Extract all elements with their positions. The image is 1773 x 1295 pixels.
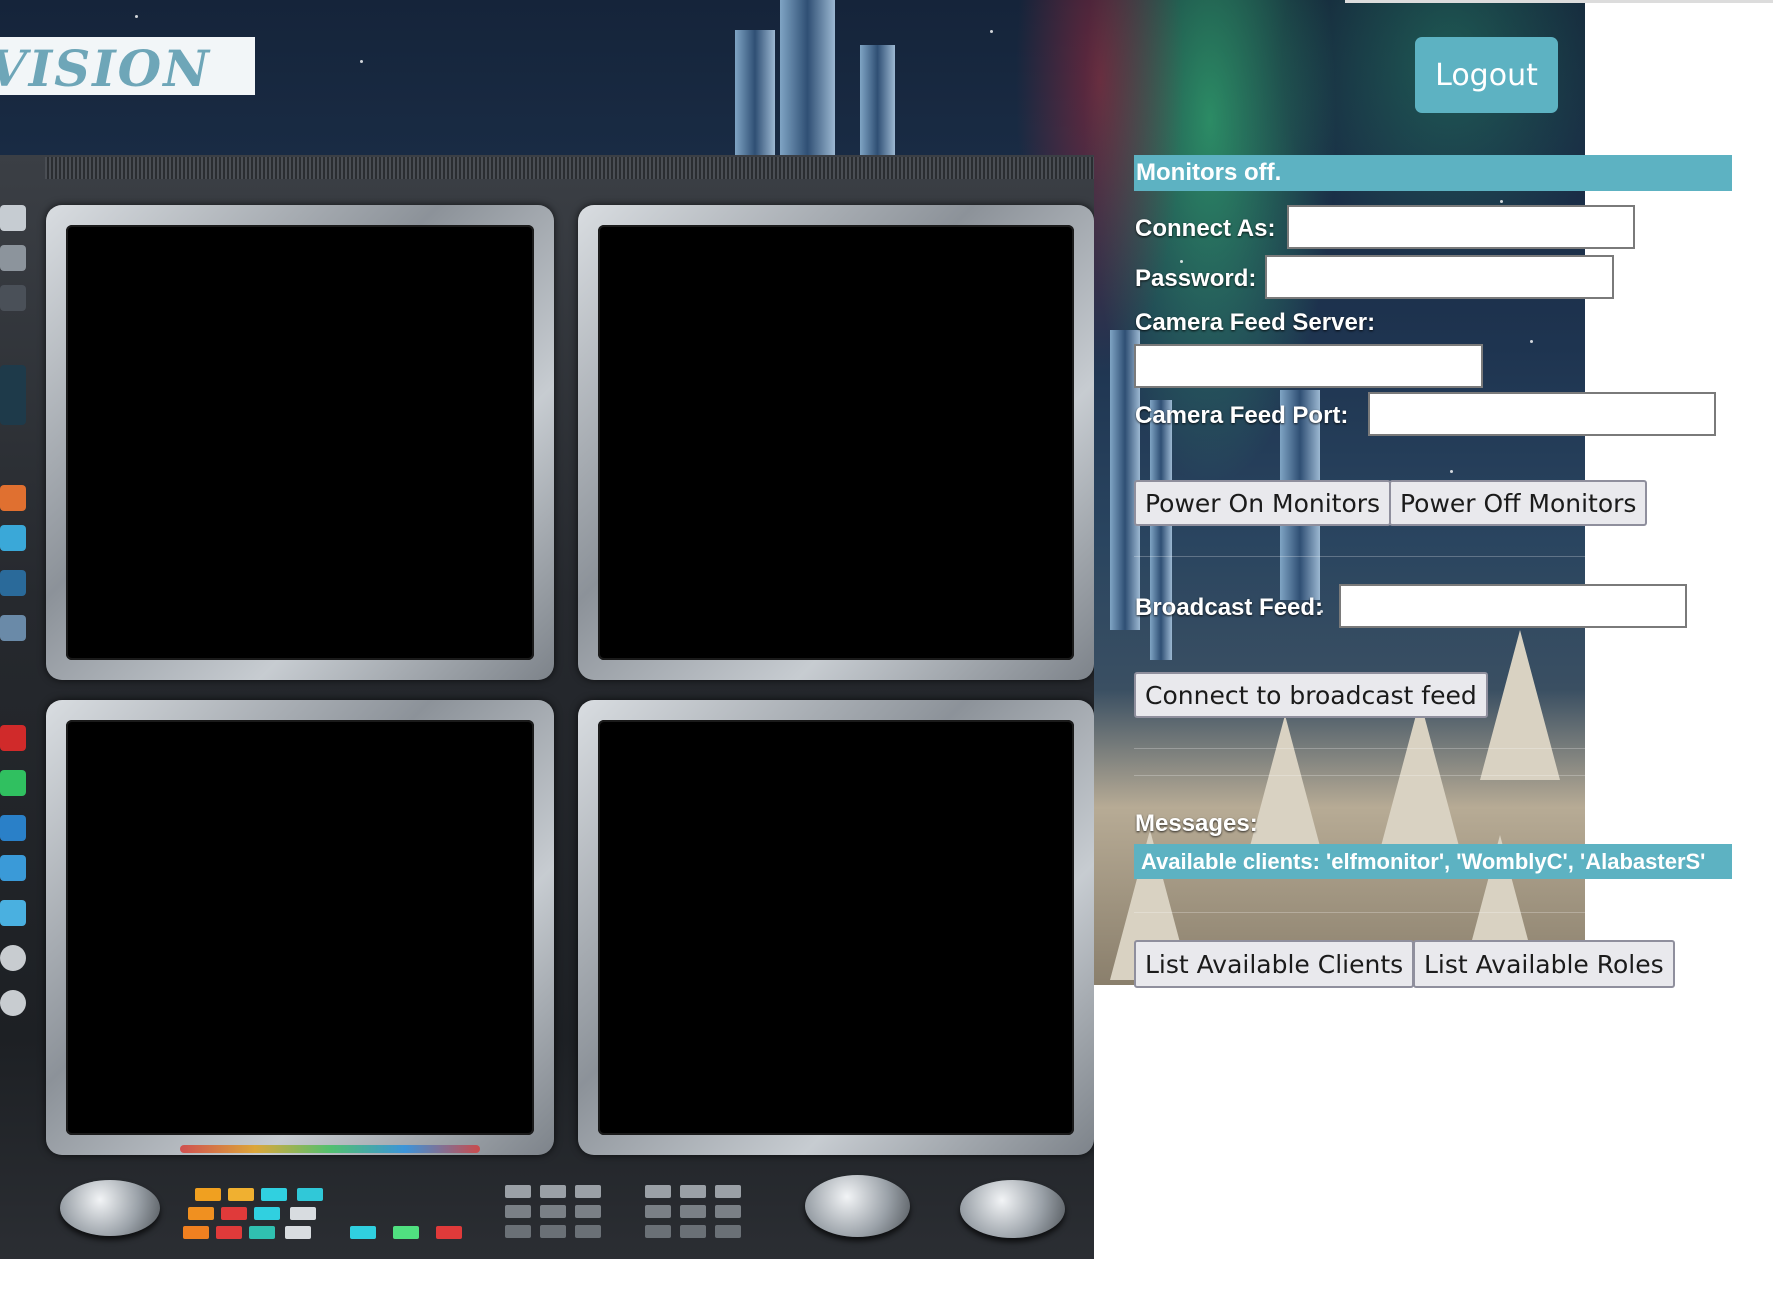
console-knob [60,1180,160,1236]
list-available-roles-button[interactable]: List Available Roles [1413,940,1675,988]
power-off-monitors-button[interactable]: Power Off Monitors [1389,480,1648,526]
monitor-1-screen [66,225,534,660]
camera-feed-port-input[interactable] [1368,392,1716,436]
monitor-1 [46,205,554,680]
camera-feed-port-label: Camera Feed Port: [1135,402,1349,429]
camera-feed-server-label: Camera Feed Server: [1135,309,1376,336]
console-grille [45,157,1094,179]
console-knob [805,1175,910,1237]
logout-button[interactable]: Logout [1415,37,1558,113]
monitor-4-screen [598,720,1074,1135]
console-knob [960,1180,1065,1238]
section-divider [1134,775,1734,776]
app-logo: VISION [0,37,255,95]
list-available-clients-button[interactable]: List Available Clients [1134,940,1415,988]
broadcast-feed-input[interactable] [1339,584,1687,628]
message-item: Available clients: 'elfmonitor', 'Wombly… [1134,844,1732,879]
power-on-monitors-button[interactable]: Power On Monitors [1134,480,1392,526]
side-control-strip [0,195,30,1195]
status-text: Monitors off. [1136,159,1282,186]
camera-feed-server-input[interactable] [1134,344,1483,388]
broadcast-feed-label: Broadcast Feed: [1135,594,1324,621]
messages-label: Messages: [1135,810,1258,837]
monitor-4 [578,700,1094,1155]
monitor-3 [46,700,554,1155]
password-input[interactable] [1265,255,1614,299]
section-divider [1134,556,1734,557]
top-divider [1345,0,1773,3]
connect-broadcast-button[interactable]: Connect to broadcast feed [1134,672,1488,718]
section-divider [1134,748,1734,749]
section-divider [1134,912,1734,913]
monitor-2-screen [598,225,1074,660]
monitor-console [0,155,1094,1259]
connect-as-label: Connect As: [1135,215,1276,242]
logo-text: VISION [0,39,211,95]
monitor-status-banner: Monitors off. [1134,155,1732,191]
led-strip [180,1145,480,1153]
monitor-3-screen [66,720,534,1135]
connect-as-input[interactable] [1287,205,1635,249]
message-text: Available clients: 'elfmonitor', 'Wombly… [1141,849,1706,874]
page: VISION Logout Monitors off. Connect As: … [0,0,1773,1295]
monitor-2 [578,205,1094,680]
password-label: Password: [1135,265,1257,292]
